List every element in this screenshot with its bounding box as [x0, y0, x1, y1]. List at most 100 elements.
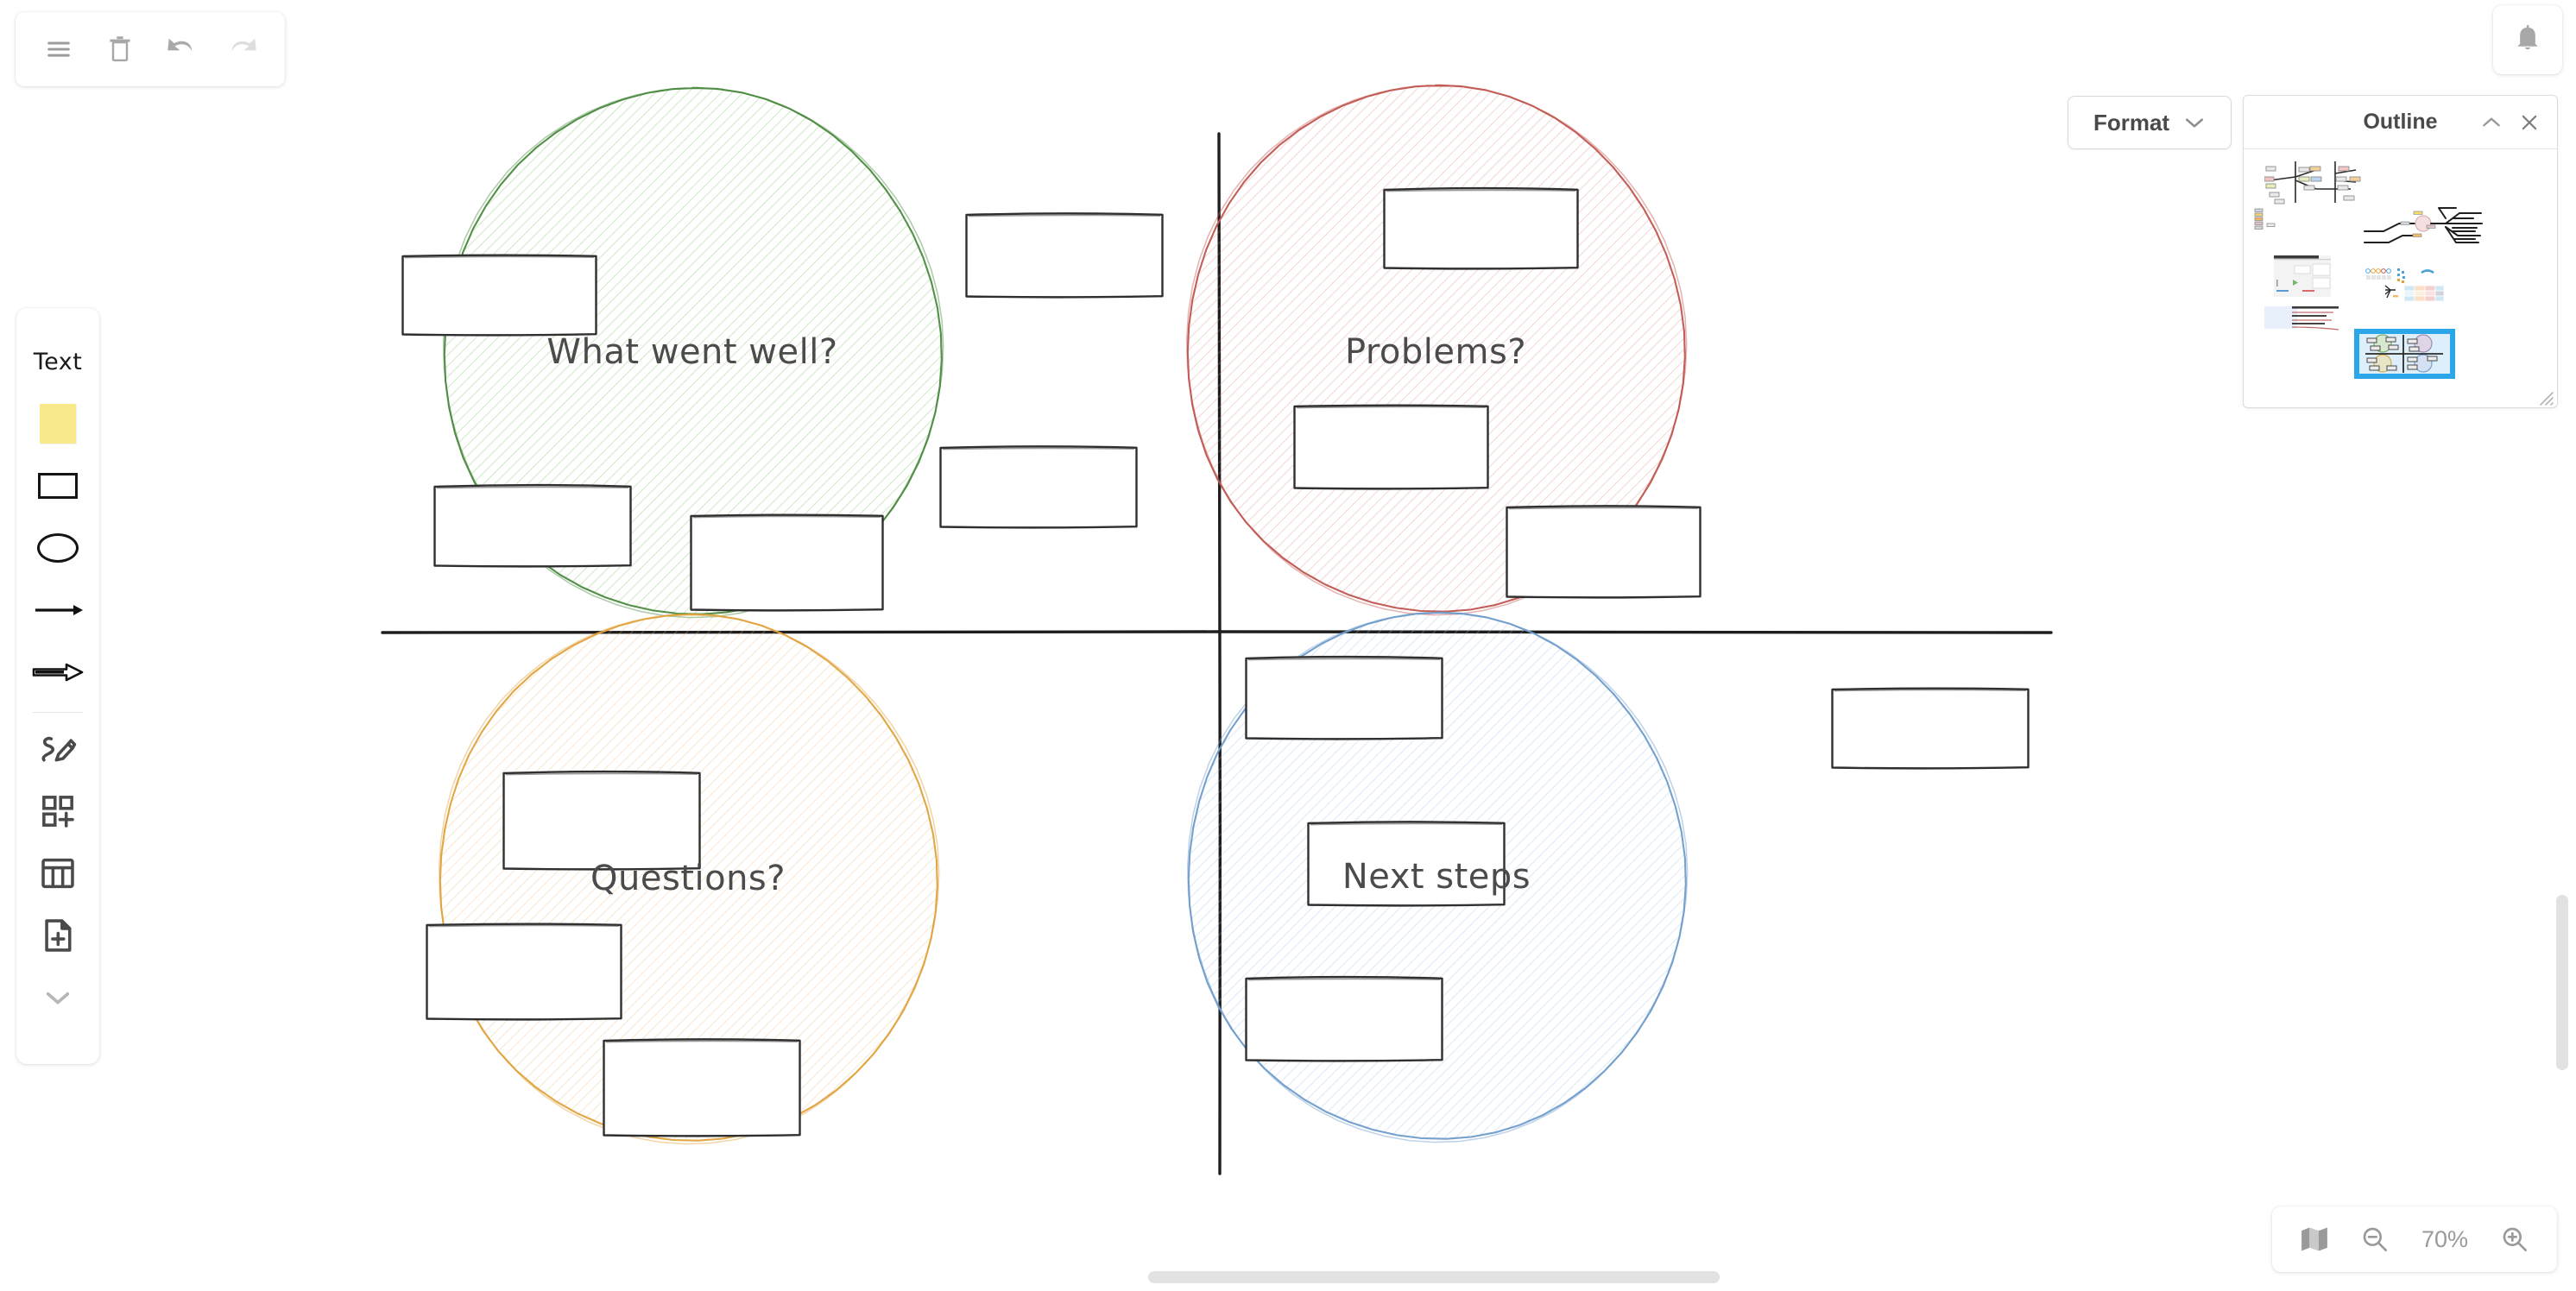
chevron-down-icon — [46, 992, 70, 1004]
card-background — [1384, 189, 1578, 268]
board-card[interactable] — [1383, 186, 1579, 270]
outline-thumbnail-6[interactable] — [2264, 305, 2339, 332]
outline-thumbnail-5[interactable] — [2364, 268, 2444, 310]
board-card[interactable] — [1293, 404, 1489, 490]
zoom-out-button[interactable] — [2352, 1217, 2397, 1262]
card-background — [426, 924, 622, 1019]
outline-resize-handle[interactable] — [2535, 387, 2554, 406]
shapes-grid-plus-icon — [42, 796, 74, 828]
palette-item-block-arrow[interactable] — [24, 641, 92, 703]
board-card[interactable] — [690, 513, 884, 612]
outline-thumbnail-selected[interactable] — [2354, 329, 2455, 379]
zoom-toolbar: 70% — [2272, 1206, 2557, 1272]
quadrant-label-problems[interactable]: Problems? — [1345, 332, 1526, 372]
palette-item-text[interactable]: Text — [24, 331, 92, 393]
outline-minimap[interactable] — [2244, 149, 2557, 408]
trash-icon — [109, 36, 130, 62]
board-card[interactable] — [426, 923, 622, 1021]
board-card[interactable] — [1506, 505, 1702, 599]
chevron-down-icon — [2186, 118, 2204, 128]
outline-thumbnail-2[interactable] — [2253, 208, 2279, 232]
main-toolbar — [16, 12, 285, 86]
map-icon — [2301, 1227, 2327, 1251]
outline-panel-header: Outline — [2244, 96, 2557, 149]
quadrant-label-what-went-well[interactable]: What went well? — [546, 332, 837, 372]
outline-thumbnail-3[interactable] — [2363, 201, 2484, 251]
zoom-out-icon — [2363, 1227, 2387, 1251]
card-background — [1246, 658, 1443, 739]
shape-palette: Text — [16, 308, 99, 1064]
palette-item-rectangle[interactable] — [24, 455, 92, 517]
palette-item-freehand[interactable] — [24, 718, 92, 780]
table-icon — [41, 858, 74, 889]
canvas-board[interactable]: What went well? Problems? Questions? Nex… — [0, 0, 2576, 1243]
palette-text-label: Text — [33, 348, 83, 375]
card-background — [1832, 689, 2029, 768]
insert-page-icon — [45, 919, 72, 952]
whiteboard-app: What went well? Problems? Questions? Nex… — [0, 0, 2576, 1291]
board-card[interactable] — [939, 445, 1138, 529]
board-card[interactable] — [401, 254, 597, 337]
card-background — [691, 515, 883, 610]
board-card[interactable] — [1831, 687, 2030, 770]
delete-button[interactable] — [98, 27, 142, 72]
card-background — [1294, 406, 1488, 488]
palette-item-arrow[interactable] — [24, 579, 92, 641]
palette-item-sticky-note[interactable] — [24, 393, 92, 455]
vertical-scrollbar[interactable] — [2556, 895, 2568, 1070]
board-svg — [381, 84, 2053, 1175]
palette-item-more-shapes[interactable] — [24, 780, 92, 842]
card-background — [434, 486, 631, 566]
close-icon — [2522, 115, 2537, 129]
redo-icon — [231, 38, 256, 52]
format-button[interactable]: Format — [2068, 96, 2232, 149]
outline-panel-title: Outline — [2363, 110, 2438, 134]
horizontal-scrollbar[interactable] — [1148, 1271, 1720, 1283]
board-card[interactable] — [433, 483, 632, 568]
card-background — [503, 772, 700, 869]
board-card[interactable] — [1245, 655, 1443, 740]
card-background — [402, 255, 597, 335]
card-background — [966, 214, 1163, 297]
palette-item-ellipse[interactable] — [24, 517, 92, 579]
fit-page-button[interactable] — [2292, 1217, 2337, 1262]
rectangle-icon — [38, 473, 78, 499]
card-background — [940, 447, 1137, 527]
ellipse-icon — [37, 533, 79, 563]
palette-divider — [33, 712, 83, 713]
board-card[interactable] — [965, 212, 1164, 299]
zoom-in-button[interactable] — [2492, 1217, 2537, 1262]
zoom-in-icon — [2503, 1227, 2527, 1251]
undo-icon — [167, 38, 192, 52]
card-background — [1506, 507, 1701, 597]
menu-button[interactable] — [36, 27, 81, 72]
block-arrow-icon — [32, 663, 84, 682]
bell-icon — [2517, 24, 2538, 50]
board-card[interactable] — [603, 1038, 801, 1137]
outline-thumbnail-4[interactable] — [2274, 255, 2331, 299]
card-background — [1246, 978, 1443, 1061]
undo-button[interactable] — [159, 27, 204, 72]
outline-thumbnail-7-content — [2365, 334, 2443, 373]
card-background — [603, 1040, 800, 1136]
palette-item-expand[interactable] — [24, 967, 92, 1029]
arrow-icon — [35, 605, 83, 615]
outline-thumbnail-1[interactable] — [2264, 158, 2377, 210]
outline-collapse-button[interactable] — [2476, 107, 2507, 138]
quadrant-label-questions[interactable]: Questions? — [590, 859, 786, 898]
chevron-up-icon — [2483, 117, 2500, 126]
outline-close-button[interactable] — [2514, 107, 2545, 138]
redo-button[interactable] — [220, 27, 265, 72]
zoom-level-label[interactable]: 70% — [2413, 1226, 2477, 1253]
quadrant-label-next-steps[interactable]: Next steps — [1342, 857, 1531, 897]
board-card[interactable] — [502, 770, 701, 871]
format-button-label: Format — [2093, 109, 2170, 135]
sticky-note-icon — [40, 404, 76, 444]
outline-panel: Outline — [2243, 95, 2558, 408]
palette-item-table[interactable] — [24, 842, 92, 904]
board-card[interactable] — [1245, 975, 1443, 1062]
hamburger-menu-icon — [47, 41, 70, 57]
notifications-button[interactable] — [2493, 5, 2562, 74]
palette-item-insert-page[interactable] — [24, 904, 92, 967]
freehand-pencil-icon — [41, 736, 77, 762]
